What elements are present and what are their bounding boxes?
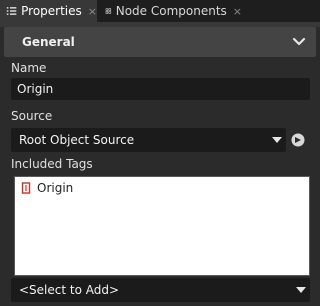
node-components-icon bbox=[105, 8, 112, 14]
tag-icon bbox=[21, 182, 31, 194]
general-group-header[interactable]: General bbox=[4, 27, 316, 57]
chevron-down-icon[interactable] bbox=[292, 35, 306, 49]
source-dropdown[interactable]: Root Object Source bbox=[11, 128, 286, 152]
select-to-add-dropdown[interactable]: <Select to Add> bbox=[11, 278, 310, 302]
name-field[interactable]: Origin bbox=[11, 78, 310, 100]
list-item[interactable]: Origin bbox=[21, 181, 73, 195]
close-icon[interactable]: × bbox=[233, 5, 242, 18]
close-icon[interactable]: × bbox=[88, 5, 97, 18]
reset-button[interactable] bbox=[289, 131, 307, 149]
tab-bar: Properties × Node Components × bbox=[0, 0, 320, 22]
tab-node-components-label: Node Components bbox=[115, 4, 227, 18]
tag-label: Origin bbox=[37, 181, 74, 195]
name-value: Origin bbox=[17, 82, 54, 96]
source-label: Source bbox=[11, 109, 53, 123]
source-value: Root Object Source bbox=[19, 133, 135, 147]
tab-node-components[interactable]: Node Components × bbox=[99, 0, 242, 22]
dropdown-arrow-icon bbox=[296, 287, 306, 293]
tab-properties-label: Properties bbox=[21, 4, 82, 18]
reset-arrow-icon bbox=[291, 133, 305, 147]
included-tags-list[interactable]: Origin bbox=[14, 176, 310, 276]
select-to-add-value: <Select to Add> bbox=[19, 283, 120, 297]
properties-list-icon bbox=[6, 7, 17, 15]
dropdown-arrow-icon bbox=[272, 137, 282, 143]
tab-properties[interactable]: Properties × bbox=[0, 0, 97, 22]
included-tags-label: Included Tags bbox=[11, 157, 93, 171]
name-label: Name bbox=[11, 61, 47, 75]
group-title: General bbox=[22, 35, 75, 49]
